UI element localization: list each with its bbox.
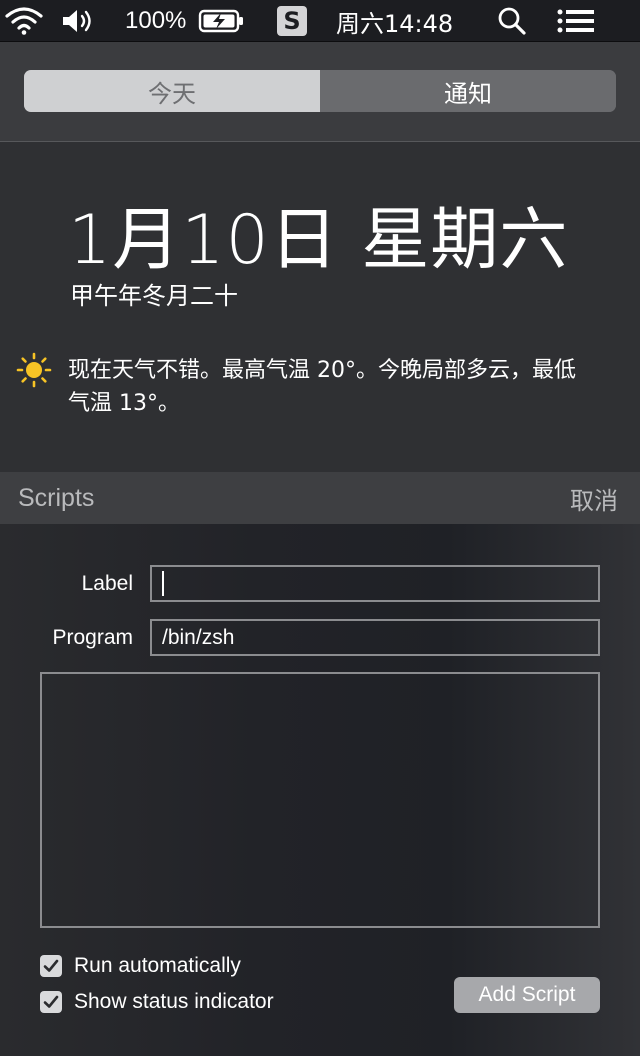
text-caret [162, 571, 164, 596]
weather-summary: 现在天气不错。最高气温 20°。今晚局部多云，最低气温 13°。 [68, 358, 576, 416]
tab-today[interactable]: 今天 [24, 70, 320, 112]
spotlight-search-icon[interactable] [496, 0, 528, 42]
date-heading: 1月10日 星期六 [68, 201, 569, 280]
checkmark-icon [43, 959, 59, 972]
tab-notifications[interactable]: 通知 [320, 70, 616, 112]
show-status-indicator-checkbox[interactable] [40, 991, 62, 1013]
menu-bar: 100% S 周六14:48 [0, 0, 640, 42]
program-input-value: /bin/zsh [162, 625, 235, 649]
label-field-label: Label [81, 572, 133, 595]
view-switcher: 今天 通知 [24, 70, 616, 112]
program-field-label: Program [52, 626, 133, 649]
menubar-clock[interactable]: 周六14:48 [336, 0, 453, 42]
s-app-icon[interactable]: S [277, 0, 307, 42]
scripts-widget-header: Scripts 取消 [0, 472, 640, 524]
show-status-indicator-option[interactable]: Show status indicator [40, 990, 274, 1014]
lunar-date: 甲午年冬月二十 [70, 282, 238, 310]
run-automatically-label: Run automatically [74, 954, 241, 977]
run-automatically-checkbox[interactable] [40, 955, 62, 977]
script-body-textarea[interactable] [40, 672, 600, 928]
wifi-icon[interactable] [4, 0, 44, 42]
run-automatically-option[interactable]: Run automatically [40, 954, 241, 978]
show-status-indicator-label: Show status indicator [74, 990, 274, 1013]
notification-center-header: 今天 通知 [0, 42, 640, 142]
label-input[interactable] [150, 565, 600, 602]
cancel-button[interactable]: 取消 [570, 472, 618, 524]
today-summary: 1月10日 星期六 甲午年冬月二十 现在天气不错。最高气温 20°。今晚局部多云… [0, 142, 640, 472]
notification-center-icon[interactable] [556, 0, 596, 42]
widget-title: Scripts [18, 483, 95, 512]
program-input[interactable]: /bin/zsh [150, 619, 600, 656]
volume-icon[interactable] [60, 0, 98, 42]
checkmark-icon [43, 995, 59, 1008]
sun-icon [16, 352, 52, 388]
scripts-widget-form: Label Program /bin/zsh Run automatically… [0, 524, 640, 1056]
battery-charging-icon[interactable] [198, 0, 246, 42]
battery-percent: 100% [125, 7, 187, 34]
add-script-button[interactable]: Add Script [454, 977, 600, 1013]
